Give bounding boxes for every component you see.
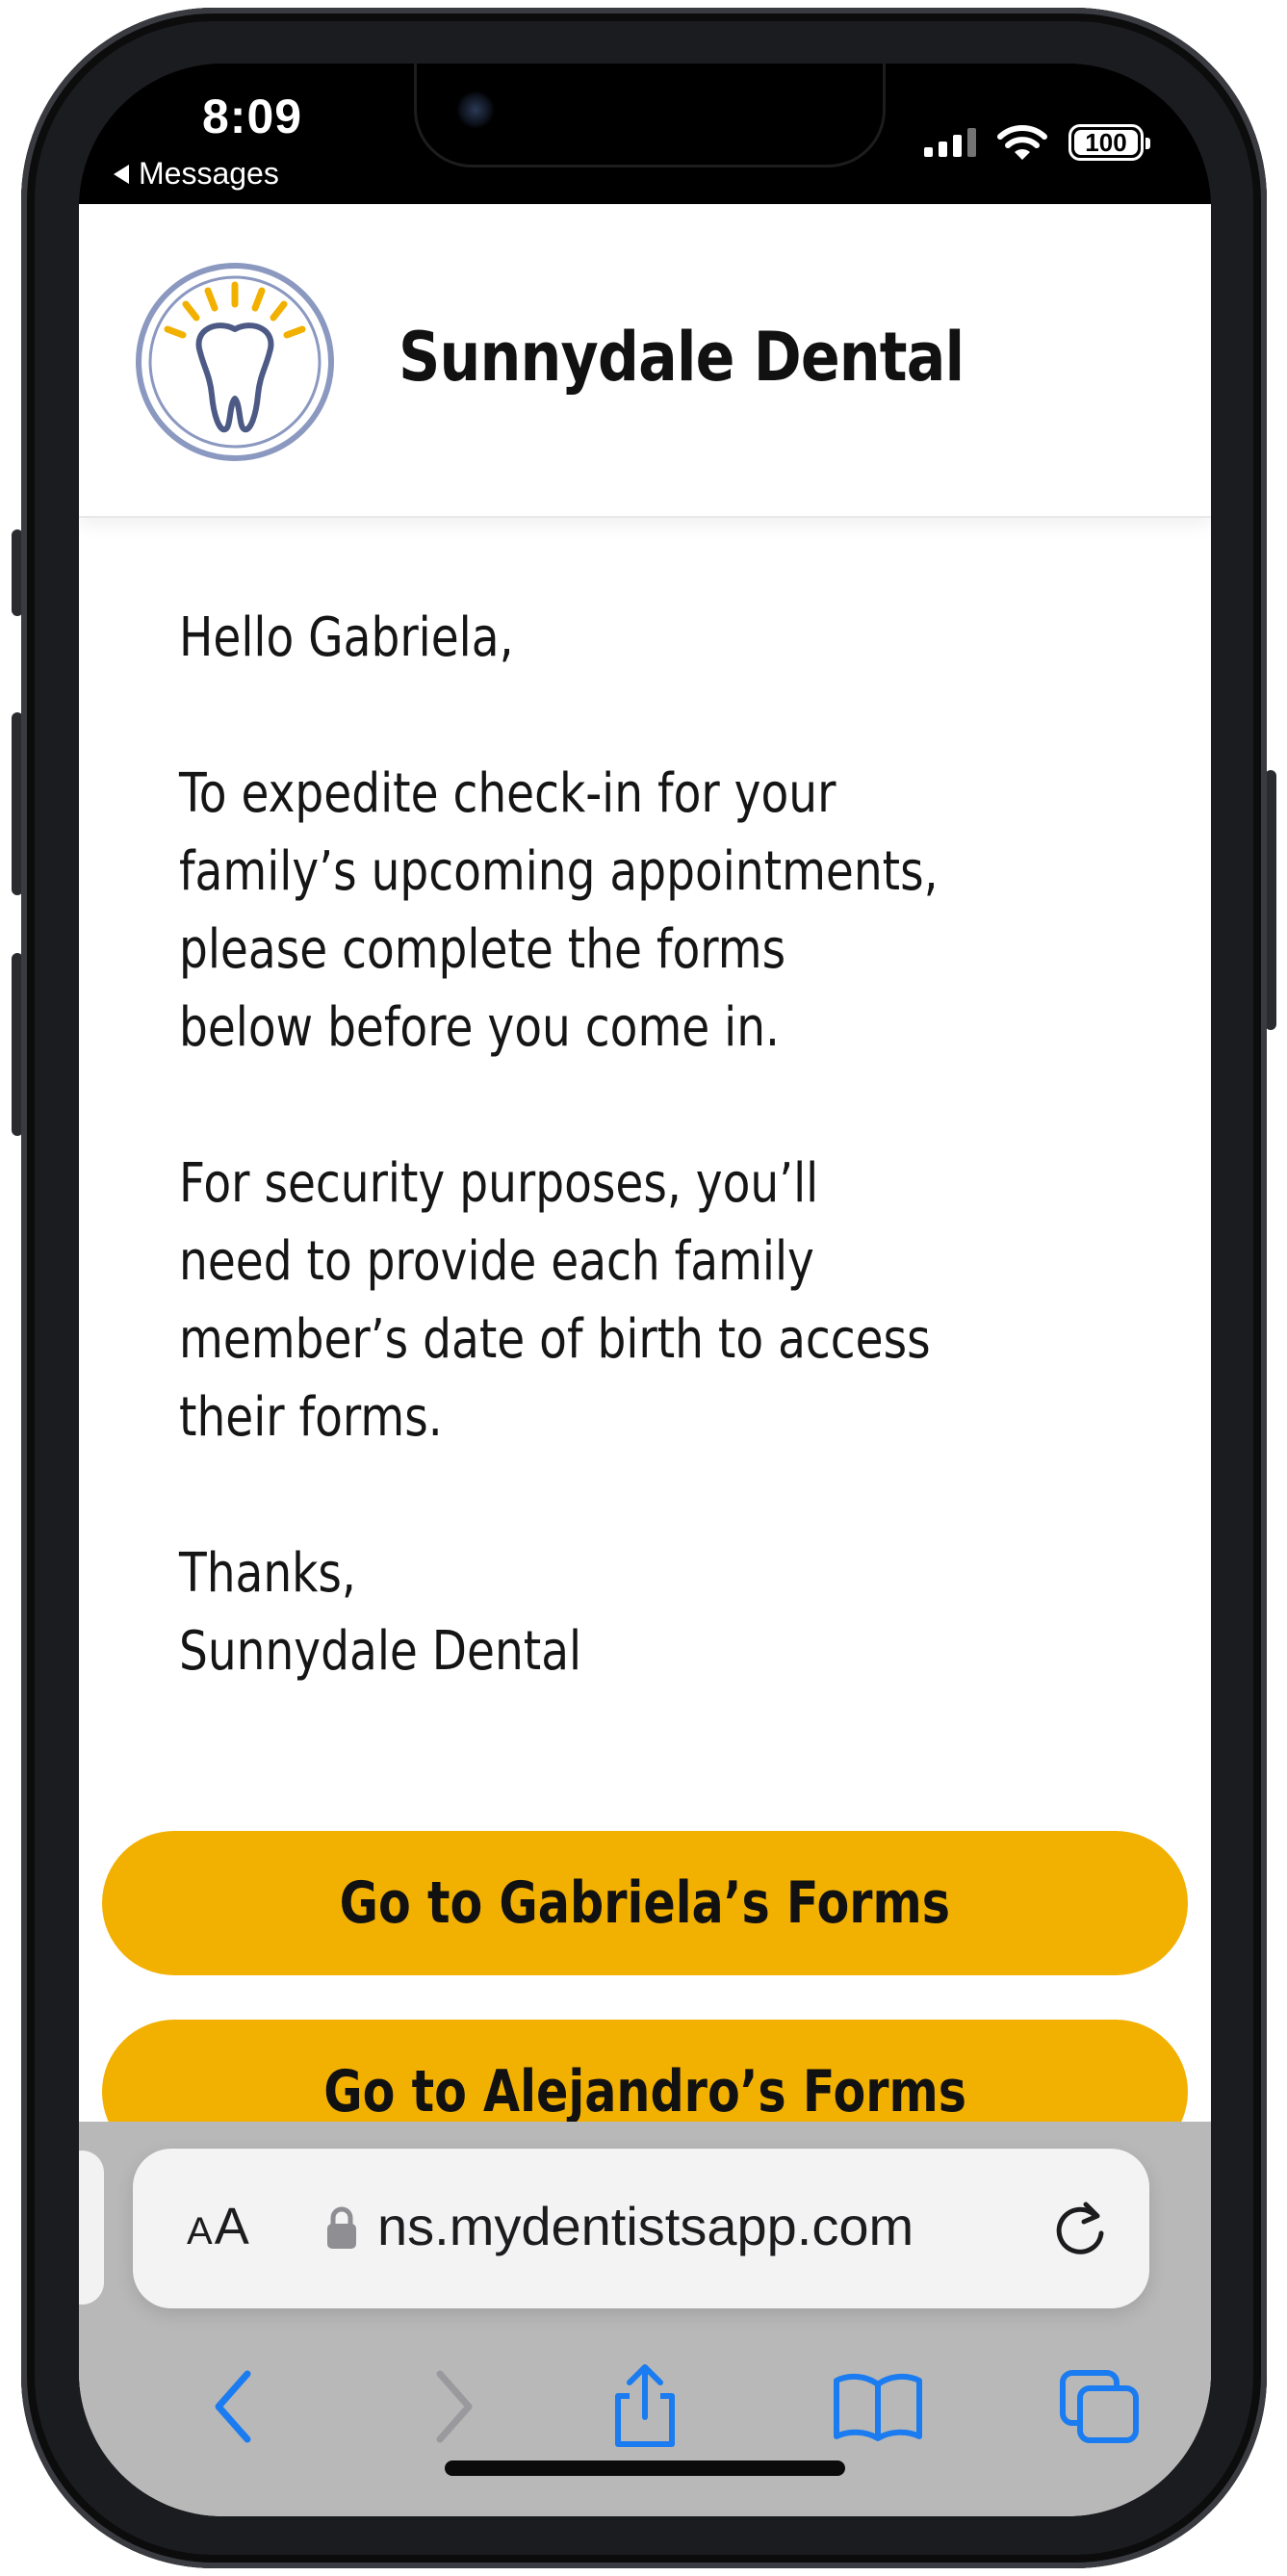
status-indicators: 100: [924, 123, 1150, 162]
signoff-block: Thanks, Sunnydale Dental: [179, 1534, 971, 1690]
site-title: Sunnydale Dental: [399, 318, 965, 397]
battery-level: 100: [1085, 127, 1127, 157]
navigation-row: [79, 2349, 1211, 2464]
lock-icon: [327, 2206, 356, 2249]
message-body: Hello Gabriela, To expedite check-in for…: [179, 599, 971, 1690]
message-line: please complete the forms: [179, 918, 786, 981]
message-line: family’s upcoming appointments,: [179, 840, 939, 903]
status-bar: 8:09 Messages 100: [79, 64, 1211, 204]
cellular-signal-icon: [924, 128, 976, 157]
share-button[interactable]: [597, 2358, 693, 2455]
battery-icon: 100: [1068, 124, 1150, 161]
signoff-text: Thanks,: [179, 1542, 356, 1605]
status-time: 8:09: [202, 90, 303, 143]
book-icon: [834, 2373, 922, 2441]
gabriela-forms-label: Go to Gabriela’s Forms: [339, 1869, 951, 1937]
wifi-icon: [997, 125, 1047, 160]
text-size-small-label: A: [187, 2210, 213, 2253]
back-triangle-icon: [114, 164, 129, 184]
phone-screen: 8:09 Messages 100 Sunnydale Dental Hello…: [79, 64, 1211, 2516]
site-header: Sunnydale Dental: [79, 204, 1211, 518]
safari-toolbar: A A ns.mydentistsapp.com: [79, 2122, 1211, 2516]
forward-button[interactable]: [406, 2358, 502, 2455]
signature-text: Sunnydale Dental: [179, 1620, 582, 1683]
paragraph-checkin: To expedite check-in for your family’s u…: [179, 755, 971, 1067]
phone-device: 8:09 Messages 100 Sunnydale Dental Hello…: [0, 0, 1287, 2576]
url-text[interactable]: ns.mydentistsapp.com: [377, 2195, 914, 2257]
message-line: member’s date of birth to access: [179, 1308, 931, 1371]
tabs-icon: [1060, 2370, 1139, 2443]
message-line: To expedite check-in for your: [179, 762, 837, 825]
message-line: For security purposes, you’ll: [179, 1152, 819, 1215]
back-button[interactable]: [185, 2358, 281, 2455]
camera-icon: [456, 90, 495, 129]
bookmarks-button[interactable]: [830, 2358, 926, 2455]
message-line: need to provide each family: [179, 1230, 814, 1293]
message-line: below before you come in.: [179, 996, 781, 1059]
alejandro-forms-label: Go to Alejandro’s Forms: [323, 2058, 966, 2125]
tooth-icon: [136, 263, 334, 461]
message-line: their forms.: [179, 1386, 443, 1449]
paragraph-security: For security purposes, you’ll need to pr…: [179, 1145, 971, 1456]
back-to-messages-link[interactable]: Messages: [114, 156, 279, 192]
share-icon: [615, 2364, 675, 2447]
address-bar[interactable]: A A ns.mydentistsapp.com: [133, 2149, 1149, 2308]
text-size-button[interactable]: A A: [187, 2197, 249, 2256]
chevron-left-icon: [215, 2370, 251, 2443]
gabriela-forms-button[interactable]: Go to Gabriela’s Forms: [102, 1831, 1188, 1975]
home-indicator[interactable]: [445, 2460, 845, 2476]
chevron-right-icon: [436, 2370, 473, 2443]
tabs-button[interactable]: [1051, 2358, 1147, 2455]
greeting-text: Hello Gabriela,: [179, 606, 514, 669]
back-app-label: Messages: [139, 156, 279, 191]
text-size-large-label: A: [214, 2198, 249, 2255]
previous-tab-preview[interactable]: [79, 2151, 104, 2305]
reload-icon[interactable]: [1049, 2197, 1111, 2258]
